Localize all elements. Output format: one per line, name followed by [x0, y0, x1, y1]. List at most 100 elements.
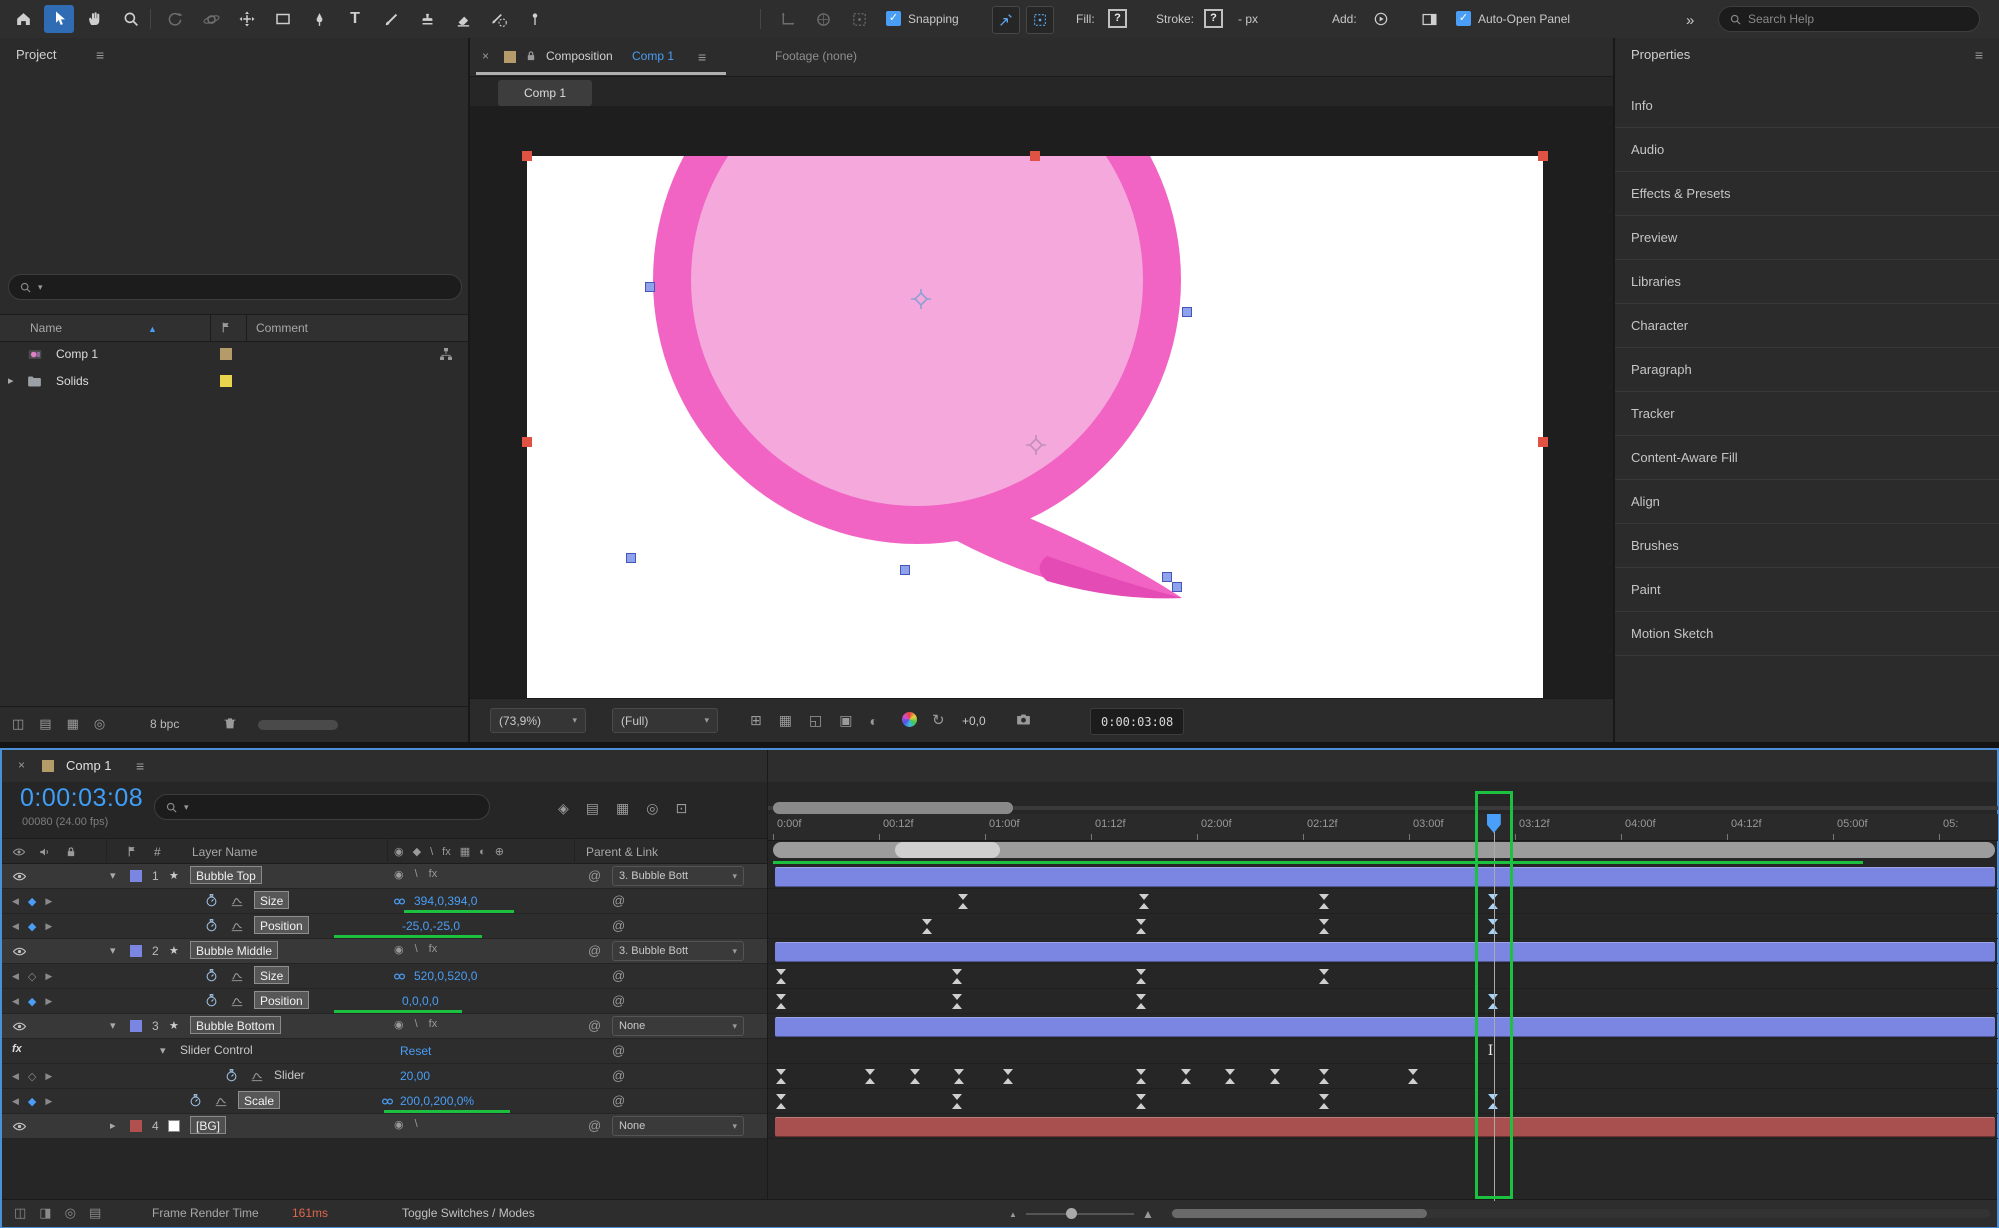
prev-keyframe-icon[interactable]: ◀: [12, 971, 19, 982]
fill-swatch[interactable]: ?: [1108, 9, 1127, 28]
eye-icon[interactable]: [12, 944, 27, 959]
project-item-solids[interactable]: ▸ Solids: [0, 368, 468, 395]
panel-list-item[interactable]: Paint: [1615, 568, 1999, 612]
shape-handle[interactable]: [1172, 582, 1182, 592]
expander-icon[interactable]: ▾: [110, 1019, 116, 1032]
zoom-tool[interactable]: [116, 5, 146, 33]
stopwatch-icon[interactable]: [188, 1093, 203, 1108]
tab-footage[interactable]: Footage (none): [775, 49, 857, 63]
shape-handle[interactable]: [1182, 307, 1192, 317]
label-color-swatch[interactable]: [220, 375, 232, 387]
graph-icon[interactable]: [230, 969, 244, 983]
stroke-swatch[interactable]: ?: [1204, 9, 1223, 28]
parent-dropdown[interactable]: None▾: [612, 1016, 744, 1036]
resolution-dropdown[interactable]: (Full)▾: [612, 708, 718, 733]
project-footer-icons[interactable]: ◫▤▦◎: [12, 716, 105, 732]
property-value[interactable]: 0,0,0,0: [402, 994, 439, 1008]
world-axis-mode[interactable]: [808, 5, 838, 33]
property-name[interactable]: Position: [254, 991, 309, 1009]
layer-name[interactable]: [BG]: [190, 1116, 226, 1134]
timeline-track-area[interactable]: 0:00f00:12f01:00f01:12f02:00f02:12f03:00…: [767, 750, 1998, 1226]
time-ruler[interactable]: 0:00f00:12f01:00f01:12f02:00f02:12f03:00…: [768, 814, 1998, 841]
keyframe-marker[interactable]: [1319, 919, 1330, 934]
keyframe-marker[interactable]: [1136, 969, 1147, 984]
keyframe-marker[interactable]: [954, 1069, 965, 1084]
property-value[interactable]: 20,00: [400, 1069, 430, 1083]
layer-switches[interactable]: ◉\fx: [394, 943, 437, 956]
keyframe-marker[interactable]: [952, 969, 963, 984]
eye-icon[interactable]: [12, 845, 26, 859]
panel-list-item[interactable]: Effects & Presets: [1615, 172, 1999, 216]
project-footer-slider[interactable]: [258, 720, 338, 730]
next-keyframe-icon[interactable]: ▶: [45, 1096, 52, 1107]
panel-menu-icon[interactable]: ≡: [1975, 38, 1983, 72]
next-keyframe-icon[interactable]: ▶: [45, 1071, 52, 1082]
clone-stamp-tool[interactable]: [412, 5, 442, 33]
eraser-tool[interactable]: [448, 5, 478, 33]
selection-handle[interactable]: [1538, 151, 1548, 161]
shape-handle[interactable]: [900, 565, 910, 575]
stroke-width-value[interactable]: - px: [1238, 12, 1258, 26]
column-layer-name[interactable]: Layer Name: [192, 845, 257, 859]
panel-list-item[interactable]: Paragraph: [1615, 348, 1999, 392]
property-value[interactable]: 394,0,394,0: [414, 894, 477, 908]
pickwhip-icon[interactable]: @: [612, 1093, 625, 1108]
parent-dropdown[interactable]: 3. Bubble Bott▾: [612, 941, 744, 961]
pickwhip-icon[interactable]: @: [588, 943, 601, 958]
column-name[interactable]: Name: [30, 321, 62, 335]
layer-color-swatch[interactable]: [130, 945, 142, 957]
layer-color-swatch[interactable]: [130, 1020, 142, 1032]
work-area-segment[interactable]: [895, 842, 1000, 858]
eye-icon[interactable]: [12, 869, 27, 884]
pen-tool[interactable]: [304, 5, 334, 33]
keyframe-marker[interactable]: [1136, 1069, 1147, 1084]
column-comment[interactable]: Comment: [256, 321, 308, 335]
keyframe-marker[interactable]: [1181, 1069, 1192, 1084]
panel-menu-icon[interactable]: ≡: [96, 38, 104, 72]
layer-name[interactable]: Bubble Bottom: [190, 1016, 281, 1034]
refresh-icon[interactable]: ↻: [932, 711, 945, 729]
effect-name[interactable]: Slider Control: [180, 1043, 253, 1057]
property-name[interactable]: Position: [254, 916, 309, 934]
timeline-zoom-track[interactable]: [1026, 1213, 1134, 1215]
type-tool[interactable]: T: [340, 5, 370, 33]
timeline-zoom-knob[interactable]: [1066, 1208, 1077, 1219]
layer-duration-bar[interactable]: [775, 867, 1995, 887]
eye-icon[interactable]: [12, 1119, 27, 1134]
local-axis-mode[interactable]: [772, 5, 802, 33]
color-depth-button[interactable]: 8 bpc: [150, 717, 179, 731]
shape-handle[interactable]: [1162, 572, 1172, 582]
stopwatch-icon[interactable]: [204, 893, 219, 908]
property-name[interactable]: Slider: [274, 1068, 305, 1082]
stopwatch-icon[interactable]: [224, 1068, 239, 1083]
shape-rect-tool[interactable]: [268, 5, 298, 33]
brush-tool[interactable]: [376, 5, 406, 33]
keyframe-marker[interactable]: [776, 1094, 787, 1109]
pan-behind-tool[interactable]: [232, 5, 262, 33]
add-keyframe-icon[interactable]: ◆: [28, 895, 36, 908]
next-keyframe-icon[interactable]: ▶: [45, 996, 52, 1007]
prev-keyframe-icon[interactable]: ◀: [12, 996, 19, 1007]
property-value[interactable]: 200,0,200,0%: [400, 1094, 474, 1108]
viewer-option-icons[interactable]: ⊞▦◱▣◐: [750, 712, 878, 729]
panel-list-item[interactable]: Info: [1615, 84, 1999, 128]
expander-icon[interactable]: ▾: [110, 944, 116, 957]
expander-icon[interactable]: ▾: [160, 1044, 166, 1057]
keyframe-marker[interactable]: [922, 919, 933, 934]
search-scope-caret[interactable]: ▾: [184, 802, 189, 813]
layer-name[interactable]: Bubble Top: [190, 866, 262, 884]
snap-along-edges-button[interactable]: [992, 6, 1020, 34]
auto-open-panel-checkbox[interactable]: ✓: [1456, 11, 1471, 26]
link-dimensions-icon[interactable]: [392, 894, 407, 909]
lock-icon[interactable]: [524, 49, 538, 63]
project-column-header[interactable]: Name ▲ Comment: [0, 314, 468, 342]
property-value[interactable]: -25,0,-25,0: [402, 919, 460, 933]
project-search-input[interactable]: ▾: [8, 274, 462, 300]
shape-handle[interactable]: [626, 553, 636, 563]
property-name[interactable]: Size: [254, 891, 289, 909]
panel-list-item[interactable]: Libraries: [1615, 260, 1999, 304]
channel-color-icon[interactable]: [902, 712, 917, 727]
panel-list-item[interactable]: Audio: [1615, 128, 1999, 172]
stopwatch-icon[interactable]: [204, 968, 219, 983]
project-item-label[interactable]: Comp 1: [56, 347, 98, 361]
